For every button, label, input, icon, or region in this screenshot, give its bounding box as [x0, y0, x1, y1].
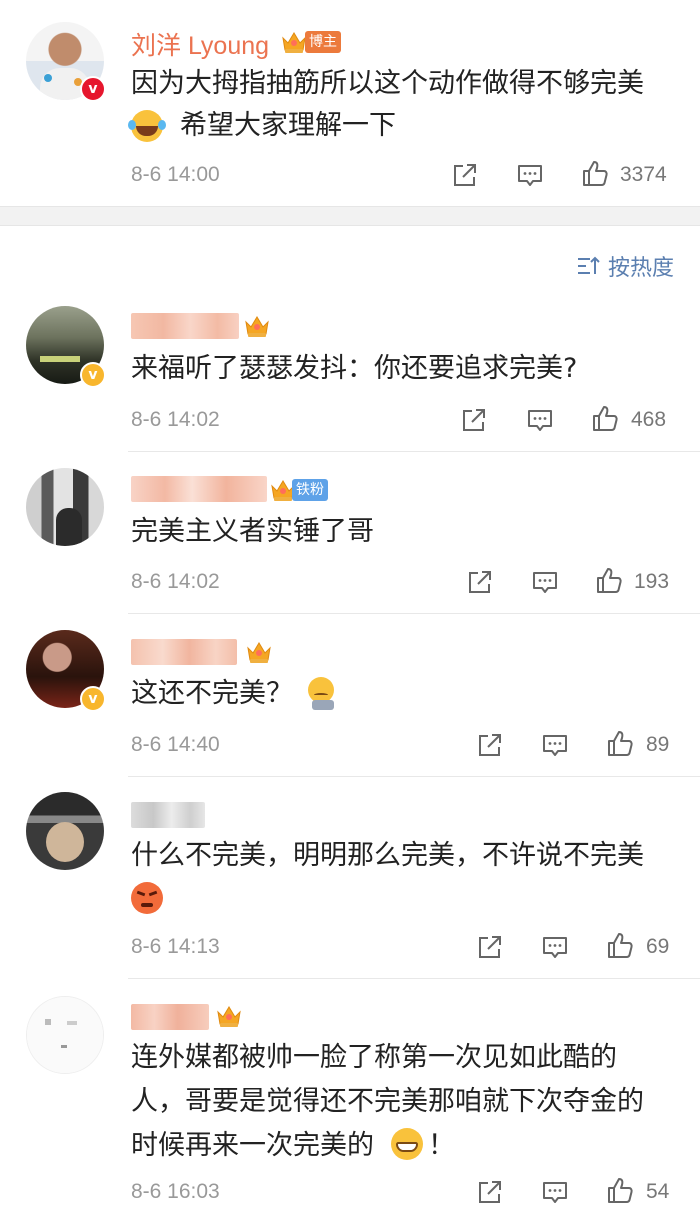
- crying-laugh-emoji-icon: [128, 110, 166, 142]
- like-icon[interactable]: [580, 158, 610, 188]
- like-icon[interactable]: [594, 565, 624, 595]
- comment-text: 连外媒都被帅一脸了称第一次见如此酷的: [131, 1042, 617, 1073]
- comment-time: 8-6 16:03: [131, 1180, 220, 1203]
- section-divider: [0, 206, 700, 226]
- comment-icon[interactable]: [540, 1177, 570, 1207]
- comment-text: 来福听了瑟瑟发抖：你还要追求完美?: [131, 353, 578, 384]
- comment-icon[interactable]: [525, 405, 555, 435]
- comment-text: 完美主义者实锤了哥: [131, 516, 374, 547]
- share-icon[interactable]: [459, 405, 489, 435]
- commenter-name[interactable]: [131, 639, 237, 665]
- post-time: 8-6 14:00: [131, 163, 220, 186]
- avatar[interactable]: [26, 996, 104, 1074]
- comment-icon[interactable]: [515, 160, 545, 190]
- like-count: 3374: [620, 163, 667, 186]
- grin-emoji-icon: [391, 1128, 423, 1160]
- verified-badge-icon: v: [80, 686, 106, 712]
- comment-time: 8-6 14:02: [131, 408, 220, 431]
- avatar[interactable]: [26, 468, 104, 546]
- comment-icon[interactable]: [540, 932, 570, 962]
- divider: [128, 978, 700, 979]
- comment-icon[interactable]: [540, 730, 570, 760]
- comment-text: 这还不完美？: [131, 678, 293, 709]
- divider: [128, 776, 700, 777]
- share-icon[interactable]: [475, 1177, 505, 1207]
- avatar[interactable]: [26, 792, 104, 870]
- commenter-name[interactable]: [131, 1004, 209, 1030]
- emoji-body: [312, 700, 334, 710]
- crown-icon: [281, 30, 307, 54]
- share-icon[interactable]: [450, 160, 480, 190]
- divider: [128, 613, 700, 614]
- like-count: 89: [646, 733, 670, 756]
- like-icon[interactable]: [590, 403, 620, 433]
- like-count: 193: [634, 570, 670, 593]
- fan-badge: 铁粉: [292, 479, 328, 501]
- blogger-badge: 博主: [305, 31, 341, 53]
- commenter-name[interactable]: [131, 476, 267, 502]
- sort-label: 按热度: [607, 256, 674, 281]
- verified-badge-icon: v: [80, 362, 106, 388]
- sort-button[interactable]: 按热度: [576, 250, 674, 282]
- sort-icon: [577, 256, 600, 274]
- comment-text: 什么不完美，明明那么完美，不许说不完美: [131, 840, 644, 871]
- post-author-name[interactable]: 刘洋 Lyoung: [131, 26, 269, 62]
- divider: [128, 451, 700, 452]
- like-icon[interactable]: [605, 930, 635, 960]
- comment-text-tail: ！: [428, 1130, 455, 1161]
- angry-emoji-icon: [131, 882, 163, 914]
- like-count: 468: [631, 408, 667, 431]
- comment-text-line3: 时候再来一次完美的: [131, 1130, 374, 1161]
- comment-icon[interactable]: [530, 567, 560, 597]
- comment-text-line2: 人，哥要是觉得还不完美那咱就下次夺金的: [131, 1086, 644, 1117]
- like-icon[interactable]: [605, 1175, 635, 1205]
- share-icon[interactable]: [465, 567, 495, 597]
- like-icon[interactable]: [605, 728, 635, 758]
- post-card: v 刘洋 Lyoung 博主 因为大拇指抽筋所以这个动作做得不够完美 希望大家理…: [0, 0, 700, 206]
- comment-time: 8-6 14:13: [131, 935, 220, 958]
- post-text: 因为大拇指抽筋所以这个动作做得不够完美: [131, 68, 644, 99]
- share-icon[interactable]: [475, 730, 505, 760]
- crown-icon: [216, 1004, 242, 1028]
- like-count: 54: [646, 1180, 670, 1203]
- share-icon[interactable]: [475, 932, 505, 962]
- commenter-name[interactable]: [131, 802, 205, 828]
- crown-icon: [244, 314, 270, 338]
- comment-time: 8-6 14:02: [131, 570, 220, 593]
- verified-badge-icon: v: [80, 76, 106, 102]
- commenter-name[interactable]: [131, 313, 239, 339]
- comment-time: 8-6 14:40: [131, 733, 220, 756]
- post-text-line2: 希望大家理解一下: [180, 110, 396, 141]
- crown-icon: [246, 640, 272, 664]
- like-count: 69: [646, 935, 670, 958]
